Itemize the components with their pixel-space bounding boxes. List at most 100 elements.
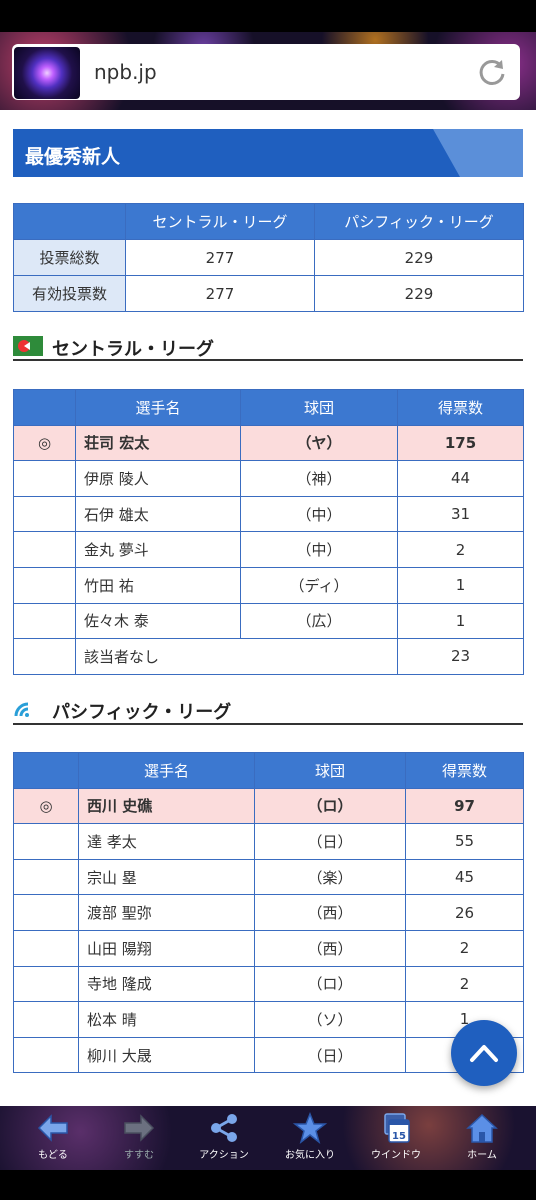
toolbar-label: すすむ xyxy=(124,1150,154,1161)
votes: 26 xyxy=(405,894,524,931)
header-cell: パシフィック・リーグ xyxy=(314,203,524,240)
header-cell: 選手名 xyxy=(78,752,255,789)
reload-icon[interactable] xyxy=(476,56,508,88)
winner-mark xyxy=(13,894,79,931)
table-row: 石伊 雄太 （中） 31 xyxy=(13,495,524,533)
arrow-right-icon xyxy=(124,1114,155,1142)
votes: 175 xyxy=(397,424,524,462)
window-count-badge: 15 xyxy=(392,1131,406,1142)
toolbar-label: アクション xyxy=(199,1150,249,1161)
winner-mark xyxy=(13,1036,79,1074)
votes: 97 xyxy=(405,787,524,825)
header-cell: 球団 xyxy=(254,752,406,789)
table-row: 伊原 陵人 （神） 44 xyxy=(13,460,524,497)
header-cell xyxy=(13,389,76,426)
back-button[interactable]: もどる xyxy=(13,1110,93,1166)
player-name: 石伊 雄太 xyxy=(75,495,241,533)
votes: 1 xyxy=(397,602,524,640)
player-name: 西川 史礁 xyxy=(78,787,255,825)
windows-button[interactable]: 15 ウインドウ xyxy=(356,1110,436,1166)
table-row: 有効投票数 277 229 xyxy=(13,275,524,312)
votes: 2 xyxy=(397,531,524,568)
player-name: 達 孝太 xyxy=(78,823,255,860)
address-bar[interactable] xyxy=(12,44,520,100)
arrow-left-icon xyxy=(37,1114,68,1142)
table-row: 山田 陽翔 （西） 2 xyxy=(13,929,524,967)
table-row: 宗山 塁 （楽） 45 xyxy=(13,858,524,896)
player-name: 該当者なし xyxy=(75,638,398,675)
vote-summary-table: セントラル・リーグ パシフィック・リーグ 投票総数 277 229 有効投票数 … xyxy=(13,203,524,312)
player-name: 松本 晴 xyxy=(78,1001,255,1038)
winner-mark xyxy=(13,929,79,967)
table-row: 寺地 隆成 （ロ） 2 xyxy=(13,965,524,1003)
home-icon xyxy=(466,1113,498,1143)
table-row-winner: ◎ 荘司 宏太 （ヤ） 175 xyxy=(13,424,524,462)
favorites-button[interactable]: お気に入り xyxy=(270,1110,350,1166)
winner-mark xyxy=(13,1001,79,1038)
team: （西） xyxy=(254,929,406,967)
central-value: 277 xyxy=(125,275,315,312)
chevron-up-icon xyxy=(470,1045,498,1062)
team: （日） xyxy=(254,1036,406,1074)
action-button[interactable]: アクション xyxy=(184,1110,264,1166)
fireworks-app-icon xyxy=(14,47,80,99)
scroll-to-top-button[interactable] xyxy=(451,1020,517,1086)
winner-mark xyxy=(13,460,76,497)
team: （中） xyxy=(240,495,398,533)
header-cell: 得票数 xyxy=(397,389,524,426)
team: （神） xyxy=(240,460,398,497)
section-heading: 最優秀新人 xyxy=(13,129,523,177)
header-cell: 得票数 xyxy=(405,752,524,789)
page-title: 最優秀新人 xyxy=(25,146,121,168)
divider xyxy=(13,723,523,725)
pacific-league-logo-icon xyxy=(13,699,43,719)
home-button[interactable]: ホーム xyxy=(442,1110,522,1166)
player-name: 宗山 塁 xyxy=(78,858,255,896)
share-icon xyxy=(211,1114,237,1142)
table-row: 該当者なし 23 xyxy=(13,638,524,675)
winner-mark xyxy=(13,531,76,568)
winner-mark xyxy=(13,495,76,533)
table-row: 松本 晴 （ソ） 1 xyxy=(13,1001,524,1038)
row-label: 投票総数 xyxy=(13,239,126,276)
player-name: 金丸 夢斗 xyxy=(75,531,241,568)
toolbar-label: もどる xyxy=(38,1150,68,1161)
table-row: 柳川 大晟 （日） xyxy=(13,1036,524,1074)
votes: 44 xyxy=(397,460,524,497)
team: （ロ） xyxy=(254,787,406,825)
team: （広） xyxy=(240,602,398,640)
header-cell xyxy=(13,752,79,789)
player-name: 渡部 聖弥 xyxy=(78,894,255,931)
team: （ヤ） xyxy=(240,424,398,462)
pacific-results-table: 選手名 球団 得票数 ◎ 西川 史礁 （ロ） 97 達 孝太 （日） 55 宗山… xyxy=(13,752,524,1074)
player-name: 荘司 宏太 xyxy=(75,424,241,462)
forward-button[interactable]: すすむ xyxy=(99,1110,179,1166)
central-results-table: 選手名 球団 得票数 ◎ 荘司 宏太 （ヤ） 175 伊原 陵人 （神） 44 … xyxy=(13,389,524,675)
winner-mark: ◎ xyxy=(13,787,79,825)
central-value: 277 xyxy=(125,239,315,276)
team: （ディ） xyxy=(240,566,398,604)
header-cell xyxy=(13,203,126,240)
table-row: 竹田 祐 （ディ） 1 xyxy=(13,566,524,604)
votes: 55 xyxy=(405,823,524,860)
player-name: 竹田 祐 xyxy=(75,566,241,604)
system-nav-bar xyxy=(0,1170,536,1200)
winner-mark xyxy=(13,823,79,860)
url-text[interactable]: npb.jp xyxy=(94,60,157,84)
header-cell: 球団 xyxy=(240,389,398,426)
central-league-title: セントラル・リーグ xyxy=(52,339,214,360)
table-header-row: セントラル・リーグ パシフィック・リーグ xyxy=(13,203,524,240)
player-name: 佐々木 泰 xyxy=(75,602,241,640)
table-row: 佐々木 泰 （広） 1 xyxy=(13,602,524,640)
team: （中） xyxy=(240,531,398,568)
central-league-logo-icon xyxy=(13,336,43,356)
table-row: 金丸 夢斗 （中） 2 xyxy=(13,531,524,568)
divider xyxy=(13,359,523,361)
winner-mark xyxy=(13,638,76,675)
table-row-winner: ◎ 西川 史礁 （ロ） 97 xyxy=(13,787,524,825)
table-row: 達 孝太 （日） 55 xyxy=(13,823,524,860)
player-name: 寺地 隆成 xyxy=(78,965,255,1003)
toolbar-label: ウインドウ xyxy=(371,1150,421,1161)
status-bar xyxy=(0,0,536,32)
team: （西） xyxy=(254,894,406,931)
